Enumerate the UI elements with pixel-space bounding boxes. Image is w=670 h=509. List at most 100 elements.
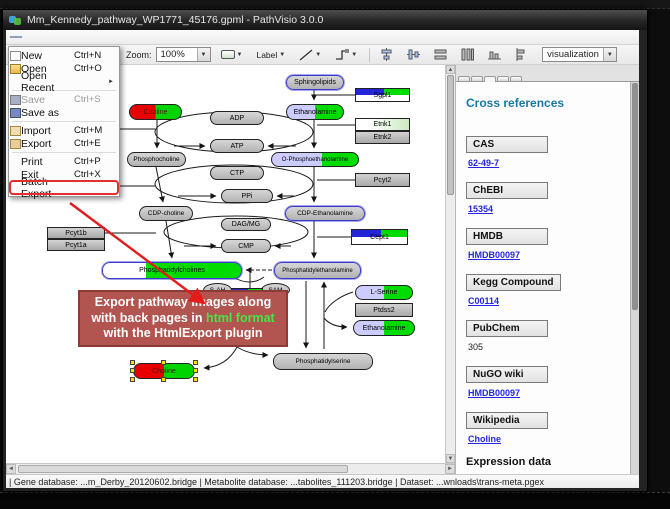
selection-handle[interactable] xyxy=(161,360,166,365)
node-o-phosphoethanolamine[interactable]: O-Phosphoethanolamine xyxy=(271,152,359,167)
menu-item-icon xyxy=(10,157,21,167)
node-choline-top[interactable]: Choline xyxy=(129,104,182,120)
selection-handle[interactable] xyxy=(130,377,135,382)
scroll-right-icon[interactable]: ► xyxy=(445,464,455,474)
node-ppi[interactable]: PPi xyxy=(221,189,273,203)
chevron-down-icon[interactable]: ▼ xyxy=(351,52,357,58)
scroll-left-icon[interactable]: ◄ xyxy=(6,464,16,474)
node-pcyt1a[interactable]: Pcyt1a xyxy=(47,239,105,251)
chevron-down-icon[interactable]: ▼ xyxy=(197,48,210,61)
chevron-down-icon[interactable]: ▼ xyxy=(603,48,616,61)
visualization-combobox[interactable]: visualization ▼ xyxy=(542,47,617,62)
selection-handle[interactable] xyxy=(130,360,135,365)
node-cdp-choline[interactable]: CDP-choline xyxy=(139,206,193,221)
menu-item-save-as[interactable]: Save as xyxy=(10,106,118,119)
panel-scrollbar[interactable] xyxy=(630,82,639,474)
connector-tool-button[interactable]: ▼ xyxy=(331,47,361,63)
menu-item-open-recent[interactable]: Open Recent ► xyxy=(10,75,118,88)
xref-value[interactable]: Choline xyxy=(468,434,629,444)
node-label: Pcyt2 xyxy=(374,177,392,184)
tab-search[interactable] xyxy=(497,76,509,81)
node-label: O-Phosphoethanolamine xyxy=(282,157,348,163)
node-phosphatidylserine[interactable]: Phosphatidylserine xyxy=(273,353,373,370)
node-phosphocholine[interactable]: Phosphocholine xyxy=(127,152,186,167)
canvas-horizontal-scrollbar[interactable]: ◄ ► xyxy=(6,463,455,474)
menubar-edit[interactable] xyxy=(23,36,35,38)
chevron-down-icon[interactable]: ▼ xyxy=(279,52,285,58)
scroll-up-icon[interactable]: ▲ xyxy=(446,65,455,74)
node-l-serine[interactable]: L-Serine xyxy=(355,285,413,300)
menubar-file[interactable] xyxy=(10,36,22,38)
node-phosphatidylethanolamine[interactable]: Phosphatidylethanolamine xyxy=(274,262,361,279)
backpage-panel: Cross references CAS 62-49-7 ChEBI 15354… xyxy=(456,82,639,474)
selection-handle[interactable] xyxy=(193,360,198,365)
title-bar[interactable]: Mm_Kennedy_pathway_WP1771_45176.gpml - P… xyxy=(3,10,647,30)
scrollbar-thumb[interactable] xyxy=(447,75,454,195)
scroll-down-icon[interactable]: ▼ xyxy=(446,454,455,463)
node-label: Choline xyxy=(144,109,168,116)
node-pcyt1b[interactable]: Pcyt1b xyxy=(47,227,105,239)
selection-handle[interactable] xyxy=(193,377,198,382)
node-ptdss2[interactable]: Ptdss2 xyxy=(355,303,413,317)
menu-item-label: Open Recent xyxy=(21,70,74,94)
node-sgpl1[interactable]: Sgpl1 xyxy=(355,88,410,102)
menu-item-new[interactable]: New Ctrl+N xyxy=(10,49,118,62)
node-etnk2[interactable]: Etnk2 xyxy=(355,131,410,144)
node-label: Pcyt1b xyxy=(65,230,86,237)
distribute-vertical-button[interactable] xyxy=(430,47,451,63)
xref-title-box: ChEBI xyxy=(466,182,548,199)
node-sphingolipids[interactable]: Sphingolipids xyxy=(286,75,344,90)
chevron-down-icon[interactable]: ▼ xyxy=(315,52,321,58)
node-choline-selected[interactable]: Choline xyxy=(133,363,195,379)
node-cmp[interactable]: CMP xyxy=(221,239,271,253)
menu-item-print[interactable]: Print Ctrl+P xyxy=(10,155,118,168)
menu-item-import[interactable]: Import Ctrl+M xyxy=(10,124,118,137)
menubar-help[interactable] xyxy=(75,36,87,38)
align-vertical-center-button[interactable] xyxy=(376,47,397,63)
label-tool-button[interactable]: Label ▼ xyxy=(252,47,289,63)
xref-value[interactable]: C00114 xyxy=(468,296,629,306)
node-phosphatidylcholines[interactable]: Phosphatidylcholines xyxy=(102,262,242,279)
xref-value[interactable]: HMDB00097 xyxy=(468,388,629,398)
node-ethanolamine-bottom[interactable]: Ethanolamine xyxy=(353,320,415,336)
zoom-combobox[interactable]: 100% ▼ xyxy=(156,47,211,62)
node-adp[interactable]: ADP xyxy=(210,111,264,125)
xref-value[interactable]: 15354 xyxy=(468,204,629,214)
selection-handle[interactable] xyxy=(130,368,135,373)
align-bottom-button[interactable] xyxy=(484,47,505,63)
scrollbar-thumb[interactable] xyxy=(632,83,638,310)
menu-item-export[interactable]: Export Ctrl+E xyxy=(10,137,118,150)
node-label: CMP xyxy=(238,243,254,250)
xref-value[interactable]: 62-49-7 xyxy=(468,158,629,168)
scrollbar-thumb[interactable] xyxy=(18,465,348,473)
node-label: Etnk2 xyxy=(374,134,392,141)
canvas-vertical-scrollbar[interactable]: ▲ ▼ xyxy=(445,65,455,463)
node-etnk1[interactable]: Etnk1 xyxy=(355,118,410,131)
menu-item-shortcut: Ctrl+N xyxy=(74,50,108,61)
tab-objects[interactable] xyxy=(458,76,470,81)
node-pcyt2[interactable]: Pcyt2 xyxy=(355,173,410,187)
line-tool-button[interactable]: ▼ xyxy=(295,47,325,63)
selection-handle[interactable] xyxy=(193,368,198,373)
file-menu: New Ctrl+N Open Ctrl+O Open Recent ► Sav… xyxy=(8,46,120,197)
selection-handle[interactable] xyxy=(161,377,166,382)
node-dag-mg[interactable]: DAG/MG xyxy=(221,218,271,231)
node-ethanolamine-top[interactable]: Ethanolamine xyxy=(286,104,344,120)
tab-properties[interactable] xyxy=(471,76,483,81)
node-ctp[interactable]: CTP xyxy=(210,166,264,180)
align-left-button[interactable] xyxy=(511,47,532,63)
xref-value[interactable]: HMDB00097 xyxy=(468,250,629,260)
gene-tool-button[interactable]: ▼ xyxy=(217,47,247,63)
chevron-down-icon[interactable]: ▼ xyxy=(237,52,243,58)
menu-item-batch-export[interactable]: Batch Export xyxy=(10,181,118,194)
node-cdp-ethanolamine[interactable]: CDP-Ethanolamine xyxy=(285,206,365,221)
tab-legend[interactable] xyxy=(510,76,522,81)
menu-item-save[interactable]: Save Ctrl+S xyxy=(10,93,118,106)
node-atp[interactable]: ATP xyxy=(210,139,264,153)
distribute-horizontal-button[interactable] xyxy=(457,47,478,63)
menubar-plugins[interactable] xyxy=(62,36,74,38)
align-horizontal-center-button[interactable] xyxy=(403,47,424,63)
menubar-data[interactable] xyxy=(36,36,48,38)
node-cept1[interactable]: Cept1 xyxy=(351,229,408,245)
menubar-view[interactable] xyxy=(49,36,61,38)
